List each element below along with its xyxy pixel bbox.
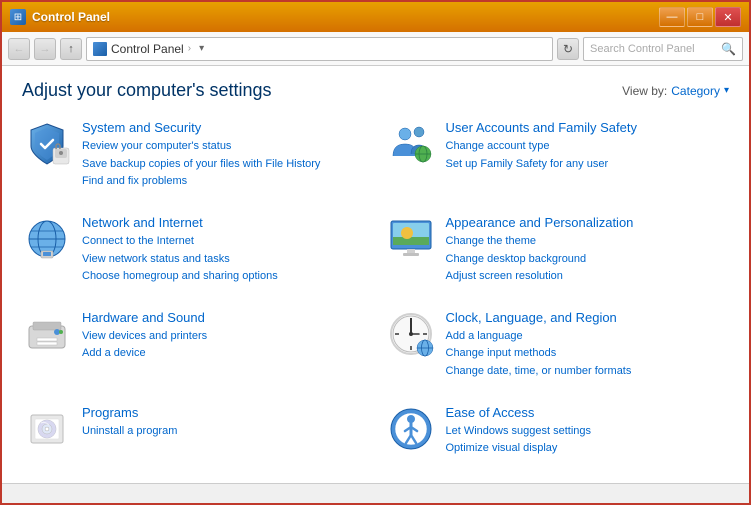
network-link-1[interactable]: Connect to the Internet — [82, 233, 278, 250]
user-accounts-icon — [386, 119, 436, 169]
appearance-link-3[interactable]: Adjust screen resolution — [446, 268, 634, 285]
clock-link-3[interactable]: Change date, time, or number formats — [446, 363, 632, 380]
user-accounts-link-2[interactable]: Set up Family Safety for any user — [446, 156, 637, 173]
category-hardware: Hardware and Sound View devices and prin… — [12, 301, 376, 396]
breadcrumb-arrow: › — [188, 43, 191, 54]
system-security-text: System and Security Review your computer… — [82, 119, 320, 190]
category-clock: Clock, Language, and Region Add a langua… — [376, 301, 740, 396]
title-bar: ⊞ Control Panel — □ ✕ — [2, 2, 749, 32]
status-bar — [2, 483, 749, 503]
appearance-link-1[interactable]: Change the theme — [446, 233, 634, 250]
ease-of-access-icon — [386, 404, 436, 454]
user-accounts-title[interactable]: User Accounts and Family Safety — [446, 119, 637, 137]
search-icon[interactable]: 🔍 — [721, 42, 736, 56]
title-bar-title: Control Panel — [32, 10, 110, 24]
clock-icon — [386, 309, 436, 359]
search-box[interactable]: Search Control Panel 🔍 — [583, 37, 743, 61]
network-icon — [22, 214, 72, 264]
category-user-accounts: User Accounts and Family Safety Change a… — [376, 111, 740, 206]
clock-link-1[interactable]: Add a language — [446, 328, 632, 345]
refresh-button[interactable]: ↻ — [557, 38, 579, 60]
ease-of-access-link-1[interactable]: Let Windows suggest settings — [446, 423, 592, 440]
hardware-icon — [22, 309, 72, 359]
back-button[interactable]: ← — [8, 38, 30, 60]
appearance-link-2[interactable]: Change desktop background — [446, 251, 634, 268]
network-link-2[interactable]: View network status and tasks — [82, 251, 278, 268]
user-accounts-text: User Accounts and Family Safety Change a… — [446, 119, 637, 172]
appearance-title[interactable]: Appearance and Personalization — [446, 214, 634, 232]
title-bar-left: ⊞ Control Panel — [10, 9, 110, 25]
view-by-value[interactable]: Category — [671, 84, 720, 98]
breadcrumb-text: Control Panel — [111, 42, 184, 56]
folder-icon — [93, 42, 107, 56]
system-security-link-1[interactable]: Review your computer's status — [82, 138, 320, 155]
programs-text: Programs Uninstall a program — [82, 404, 177, 440]
category-ease-of-access: Ease of Access Let Windows suggest setti… — [376, 396, 740, 473]
maximize-button[interactable]: □ — [687, 7, 713, 27]
main-window: ⊞ Control Panel — □ ✕ ← → ↑ Control Pane… — [0, 0, 751, 505]
ease-of-access-title[interactable]: Ease of Access — [446, 404, 592, 422]
programs-title[interactable]: Programs — [82, 404, 177, 422]
title-bar-buttons: — □ ✕ — [659, 7, 741, 27]
appearance-text: Appearance and Personalization Change th… — [446, 214, 634, 285]
system-security-link-2[interactable]: Save backup copies of your files with Fi… — [82, 156, 320, 173]
breadcrumb-bar[interactable]: Control Panel › ▾ — [86, 37, 553, 61]
hardware-title[interactable]: Hardware and Sound — [82, 309, 207, 327]
appearance-icon — [386, 214, 436, 264]
ease-of-access-link-2[interactable]: Optimize visual display — [446, 440, 592, 457]
clock-link-2[interactable]: Change input methods — [446, 345, 632, 362]
view-by-label: View by: — [622, 84, 667, 98]
user-accounts-link-1[interactable]: Change account type — [446, 138, 637, 155]
view-by-chevron-icon[interactable]: ▾ — [724, 85, 729, 96]
minimize-button[interactable]: — — [659, 7, 685, 27]
network-text: Network and Internet Connect to the Inte… — [82, 214, 278, 285]
network-link-3[interactable]: Choose homegroup and sharing options — [82, 268, 278, 285]
category-programs: Programs Uninstall a program — [12, 396, 376, 473]
main-content: Adjust your computer's settings View by:… — [2, 66, 749, 483]
address-bar: ← → ↑ Control Panel › ▾ ↻ Search Control… — [2, 32, 749, 66]
up-button[interactable]: ↑ — [60, 38, 82, 60]
system-security-icon — [22, 119, 72, 169]
category-appearance: Appearance and Personalization Change th… — [376, 206, 740, 301]
category-network: Network and Internet Connect to the Inte… — [12, 206, 376, 301]
categories-grid: System and Security Review your computer… — [2, 111, 749, 483]
clock-title[interactable]: Clock, Language, and Region — [446, 309, 632, 327]
clock-text: Clock, Language, and Region Add a langua… — [446, 309, 632, 380]
content-header: Adjust your computer's settings View by:… — [2, 66, 749, 111]
hardware-text: Hardware and Sound View devices and prin… — [82, 309, 207, 362]
breadcrumb-dropdown-icon[interactable]: ▾ — [199, 43, 204, 54]
hardware-link-1[interactable]: View devices and printers — [82, 328, 207, 345]
forward-button[interactable]: → — [34, 38, 56, 60]
category-system-security: System and Security Review your computer… — [12, 111, 376, 206]
system-security-title[interactable]: System and Security — [82, 119, 320, 137]
page-title: Adjust your computer's settings — [22, 80, 272, 101]
system-security-link-3[interactable]: Find and fix problems — [82, 173, 320, 190]
hardware-link-2[interactable]: Add a device — [82, 345, 207, 362]
search-placeholder: Search Control Panel — [590, 43, 695, 55]
programs-icon — [22, 404, 72, 454]
ease-of-access-text: Ease of Access Let Windows suggest setti… — [446, 404, 592, 457]
programs-link-1[interactable]: Uninstall a program — [82, 423, 177, 440]
view-by-control: View by: Category ▾ — [622, 84, 729, 98]
close-button[interactable]: ✕ — [715, 7, 741, 27]
window-icon: ⊞ — [10, 9, 26, 25]
network-title[interactable]: Network and Internet — [82, 214, 278, 232]
